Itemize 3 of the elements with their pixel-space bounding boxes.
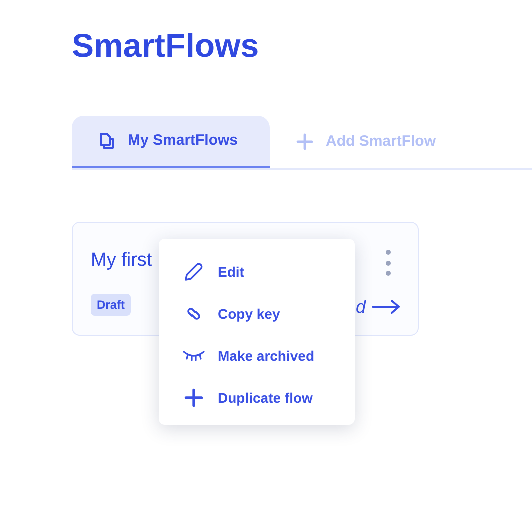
card-title: My first [91,249,152,273]
status-badge: Draft [91,294,132,316]
page-title: SmartFlows [72,26,260,66]
